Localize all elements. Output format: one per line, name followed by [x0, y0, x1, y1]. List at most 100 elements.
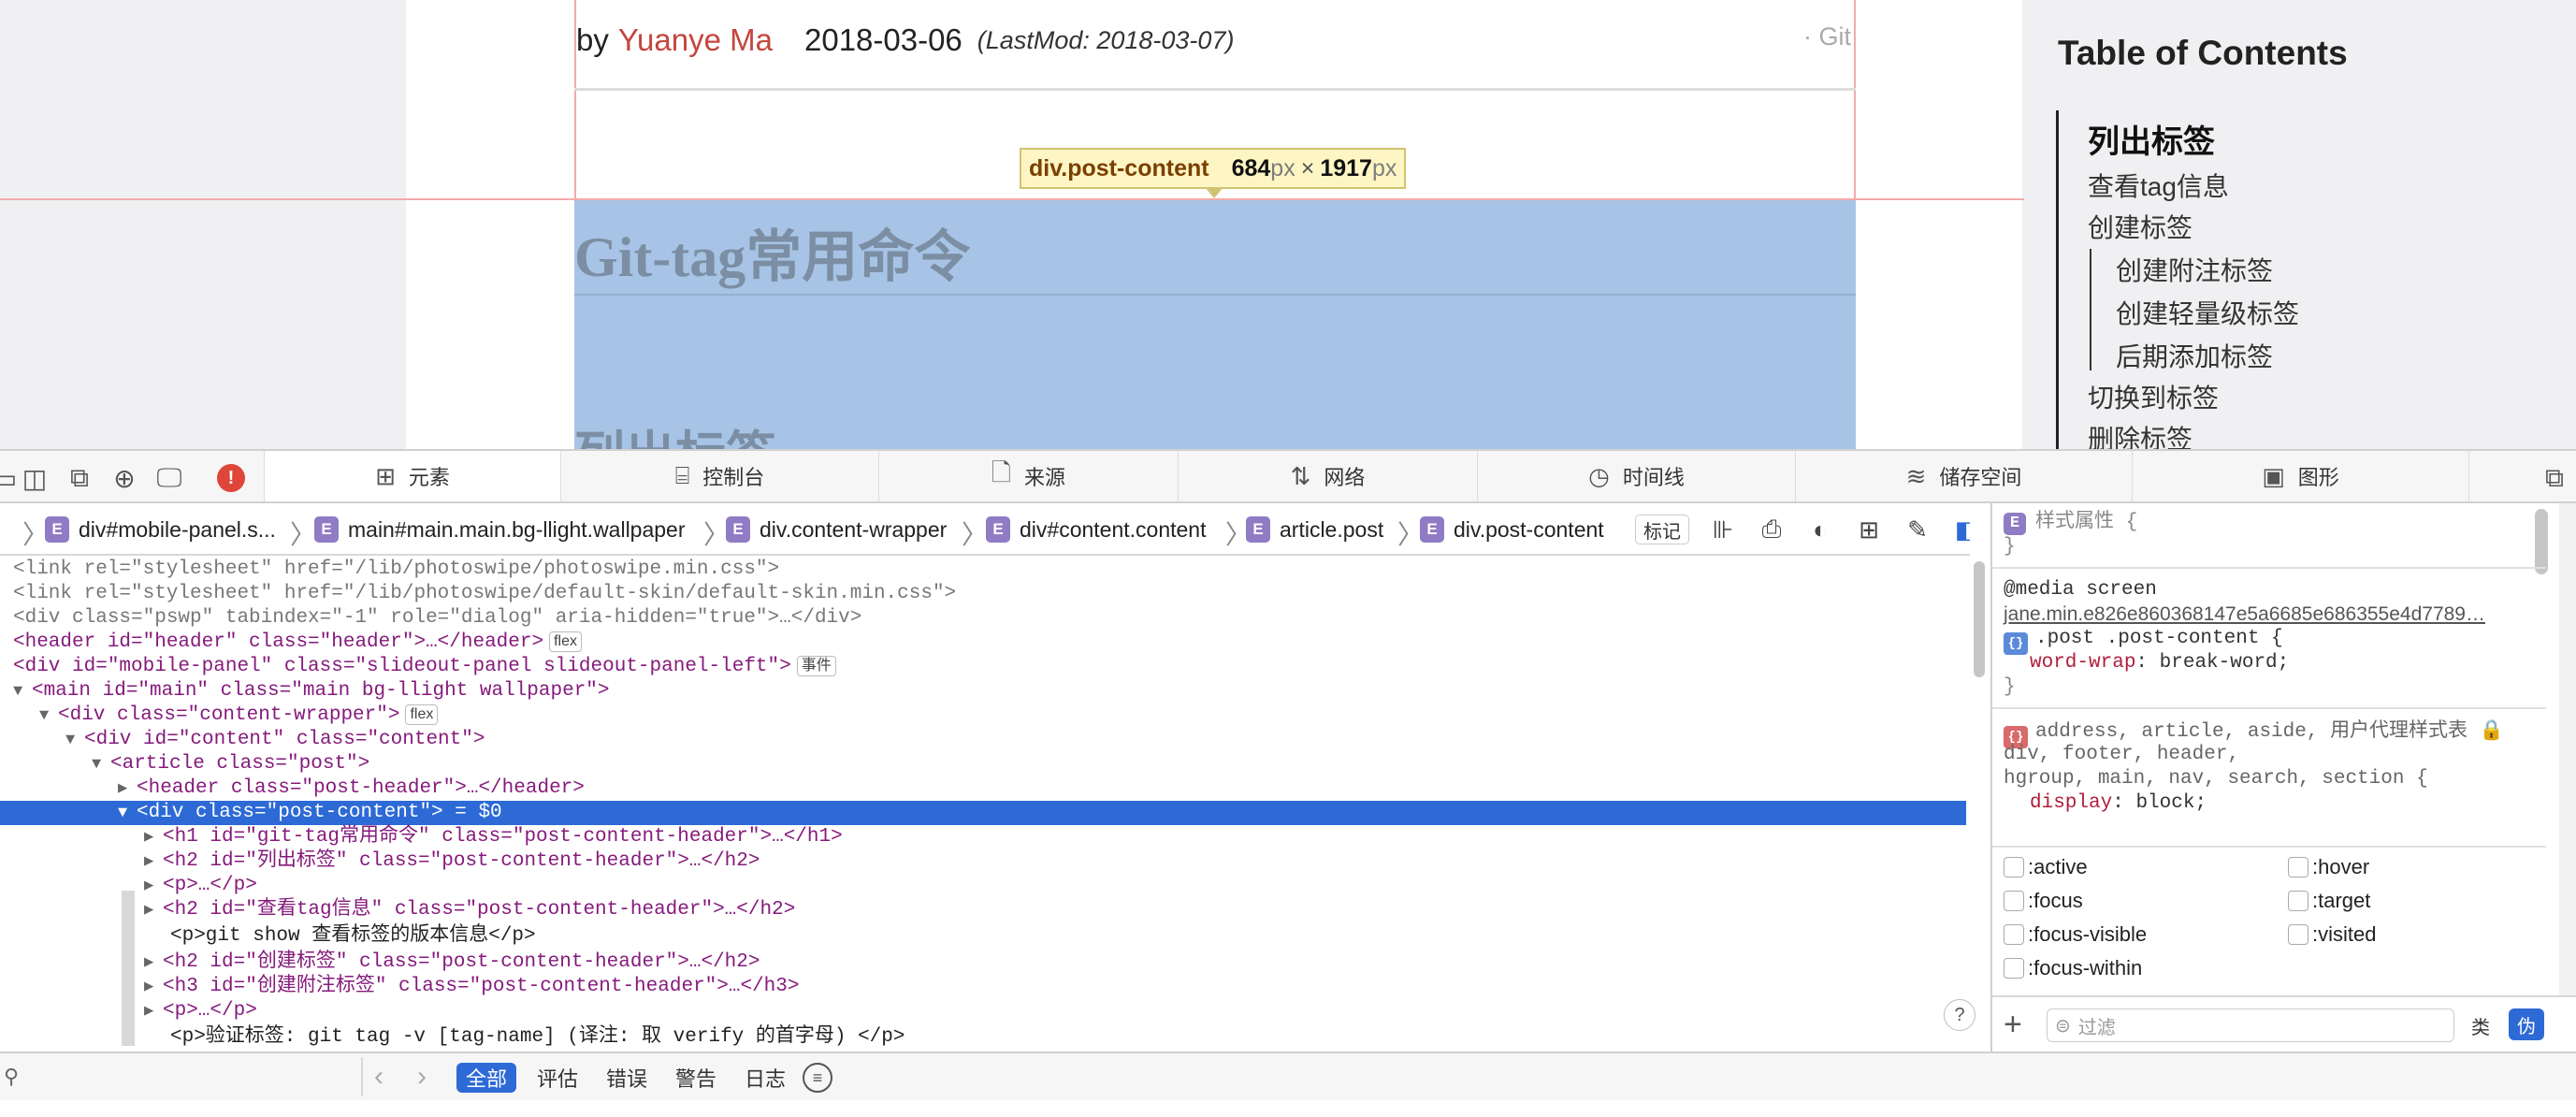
dom-node[interactable]: ▶ <h2 id="列出标签" class="post-content-heade…	[0, 849, 1966, 874]
dom-tree-scrollbar[interactable]	[1974, 561, 1985, 677]
flex-badge[interactable]: flex	[549, 631, 582, 652]
dom-node[interactable]: ▶ <header class="post-header">…</header>	[0, 776, 1966, 801]
collapsed-triangle-icon[interactable]: ▶	[144, 1000, 163, 1024]
previous-icon[interactable]: ‹	[374, 1061, 384, 1093]
dom-node[interactable]: ▶ <p>…</p>	[0, 874, 1966, 898]
breadcrumb-item[interactable]: Earticle.post	[1246, 515, 1383, 544]
appearance-icon[interactable]: ◐	[1805, 515, 1835, 544]
dom-node[interactable]: ▶ <p>…</p>	[0, 999, 1966, 1023]
dom-node[interactable]: <p>git show 查看标签的版本信息</p>	[0, 924, 1966, 949]
class-toggle-button[interactable]: 类	[2471, 1012, 2490, 1039]
device-preview-icon[interactable]: 🖵	[153, 462, 185, 494]
dom-node[interactable]: <header id="header" class="header">…</he…	[0, 631, 1966, 655]
pseudo-focus-within-checkbox[interactable]: :focus-within	[2004, 956, 2142, 980]
toc-item[interactable]: 查看tag信息	[2088, 167, 2229, 204]
category-link[interactable]: · Git	[1803, 22, 1851, 51]
toc-item[interactable]: 后期添加标签	[2116, 337, 2273, 374]
dom-node[interactable]: ▼ <div id="content" class="content">	[0, 728, 1966, 752]
pseudo-active-checkbox[interactable]: :active	[2004, 855, 2088, 879]
console-prompt-icon[interactable]: ⚲	[4, 1065, 19, 1089]
paint-brush-icon[interactable]: ✎	[1903, 515, 1932, 544]
layout-overlay-icon[interactable]: ⊪	[1708, 515, 1738, 544]
collapsed-triangle-icon[interactable]: ▶	[144, 875, 163, 899]
dom-node[interactable]: <p>验证标签: git tag -v [tag-name] (译注: 取 ve…	[0, 1025, 1966, 1046]
dom-node-selected[interactable]: ▼ <div class="post-content"> = $0	[0, 801, 1966, 825]
collapsed-triangle-icon[interactable]: ▶	[144, 951, 163, 976]
sidebar-toggle-icon[interactable]: ◧	[1951, 515, 1970, 544]
tab-graphics[interactable]: ▣ 图形	[2133, 451, 2469, 501]
collapsed-triangle-icon[interactable]: ▶	[144, 976, 163, 1000]
styles-filter-input[interactable]: ⊜ 过滤	[2047, 1008, 2454, 1042]
breadcrumb-item[interactable]: Ediv.content-wrapper	[726, 515, 947, 544]
css-rule-selector[interactable]: {} .post .post-content {	[2004, 627, 2283, 655]
dom-node[interactable]: ▼ <main id="main" class="main bg-llight w…	[0, 679, 1966, 704]
pseudo-visited-checkbox[interactable]: :visited	[2288, 922, 2376, 947]
expanded-triangle-icon[interactable]: ▼	[39, 704, 58, 729]
tab-elements[interactable]: ⊞ 元素	[264, 451, 561, 501]
toc-item[interactable]: 切换到标签	[2088, 378, 2219, 415]
dock-side-icon[interactable]: ◫	[19, 462, 51, 494]
toc-item[interactable]: 创建标签	[2088, 208, 2192, 245]
help-button[interactable]: ?	[1944, 999, 1975, 1031]
stylesheet-link[interactable]: jane.min.e826e860368147e5a6685e686355e4d…	[2004, 602, 2485, 627]
styles-scrollbar[interactable]	[2535, 509, 2548, 574]
collapsed-triangle-icon[interactable]: ▶	[118, 777, 137, 802]
dom-node[interactable]: <div id="mobile-panel" class="slideout-p…	[0, 655, 1966, 679]
console-filter-logs[interactable]: 日志	[735, 1063, 795, 1093]
dom-node[interactable]: <div class="pswp" tabindex="-1" role="di…	[0, 606, 1966, 631]
print-icon[interactable]: ⎙	[1757, 515, 1787, 544]
dom-node[interactable]: ▶ <h3 id="创建附注标签" class="post-content-hea…	[0, 975, 1966, 999]
toc-item-active[interactable]: 列出标签	[2088, 116, 2215, 162]
element-picker-icon[interactable]: ⊕	[109, 462, 140, 494]
ua-rule-selector[interactable]: {} address, article, aside, 用户代理样式表 🔒	[2004, 718, 2504, 748]
expanded-triangle-icon[interactable]: ▼	[118, 802, 137, 826]
collapsed-triangle-icon[interactable]: ▶	[144, 899, 163, 923]
grid-overlay-icon[interactable]: ⊞	[1854, 515, 1884, 544]
tab-console[interactable]: ⌸ 控制台	[561, 451, 879, 501]
pseudo-toggle-button[interactable]: 伪	[2509, 1008, 2544, 1040]
expanded-triangle-icon[interactable]: ▼	[65, 729, 84, 753]
dom-node[interactable]: ▶ <h1 id="git-tag常用命令" class="post-conten…	[0, 825, 1966, 849]
console-filter-errors[interactable]: 错误	[597, 1063, 657, 1093]
collapsed-triangle-icon[interactable]: ▶	[144, 850, 163, 875]
toc-item[interactable]: 删除标签	[2088, 419, 2192, 449]
event-badge[interactable]: 事件	[796, 656, 836, 676]
tab-sources[interactable]: 🗋 来源	[879, 451, 1179, 501]
dom-node[interactable]: ▶ <h2 id="查看tag信息" class="post-content-he…	[0, 898, 1966, 922]
tab-storage[interactable]: ≋ 储存空间	[1796, 451, 2133, 501]
console-filter-all[interactable]: 全部	[456, 1063, 517, 1093]
expanded-triangle-icon[interactable]: ▼	[13, 680, 32, 704]
dock-bottom-icon[interactable]: ▭	[0, 462, 21, 494]
detach-window-icon[interactable]: ⧉	[64, 462, 95, 494]
css-declaration[interactable]: word-wrap: break-word;	[2030, 651, 2289, 675]
pseudo-hover-checkbox[interactable]: :hover	[2288, 855, 2369, 879]
toc-item[interactable]: 创建轻量级标签	[2116, 294, 2299, 331]
pseudo-focus-checkbox[interactable]: :focus	[2004, 889, 2083, 913]
next-icon[interactable]: ›	[417, 1061, 427, 1093]
add-rule-icon[interactable]: +	[2004, 1007, 2022, 1043]
dom-node[interactable]: ▼ <div class="content-wrapper"> flex	[0, 704, 1966, 728]
tab-overflow-icon[interactable]: ⧉	[2539, 462, 2570, 494]
collapsed-triangle-icon[interactable]: ▶	[144, 826, 163, 850]
style-attribute-rule[interactable]: E 样式属性 {	[2004, 511, 2137, 535]
dom-node[interactable]: ▶ <h2 id="创建标签" class="post-content-heade…	[0, 950, 1966, 975]
expanded-triangle-icon[interactable]: ▼	[92, 753, 110, 777]
breadcrumb-item[interactable]: Ediv#mobile-panel.s...	[45, 515, 276, 544]
tab-network[interactable]: ⇅ 网络	[1179, 451, 1478, 501]
dom-node[interactable]: <link rel="stylesheet" href="/lib/photos…	[0, 558, 1966, 582]
breadcrumb-item[interactable]: Emain#main.main.bg-llight.wallpaper	[314, 515, 686, 544]
tab-timeline[interactable]: ◷ 时间线	[1478, 451, 1796, 501]
mark-button[interactable]: 标记	[1635, 515, 1689, 544]
dom-node[interactable]: <link rel="stylesheet" href="/lib/photos…	[0, 582, 1966, 606]
console-filter-evaluation[interactable]: 评估	[528, 1063, 587, 1093]
toc-item[interactable]: 创建附注标签	[2116, 251, 2273, 288]
breadcrumb-item-current[interactable]: Ediv.post-content	[1420, 515, 1604, 544]
breadcrumb-item[interactable]: Ediv#content.content	[986, 515, 1206, 544]
error-badge-icon[interactable]: !	[217, 464, 245, 492]
flex-badge[interactable]: flex	[405, 704, 439, 725]
dom-node[interactable]: ▼ <article class="post">	[0, 752, 1966, 776]
console-filter-warnings[interactable]: 警告	[666, 1063, 726, 1093]
css-declaration[interactable]: display: block;	[2030, 791, 2207, 816]
author-link[interactable]: Yuanye Ma	[618, 22, 773, 58]
pseudo-target-checkbox[interactable]: :target	[2288, 889, 2370, 913]
